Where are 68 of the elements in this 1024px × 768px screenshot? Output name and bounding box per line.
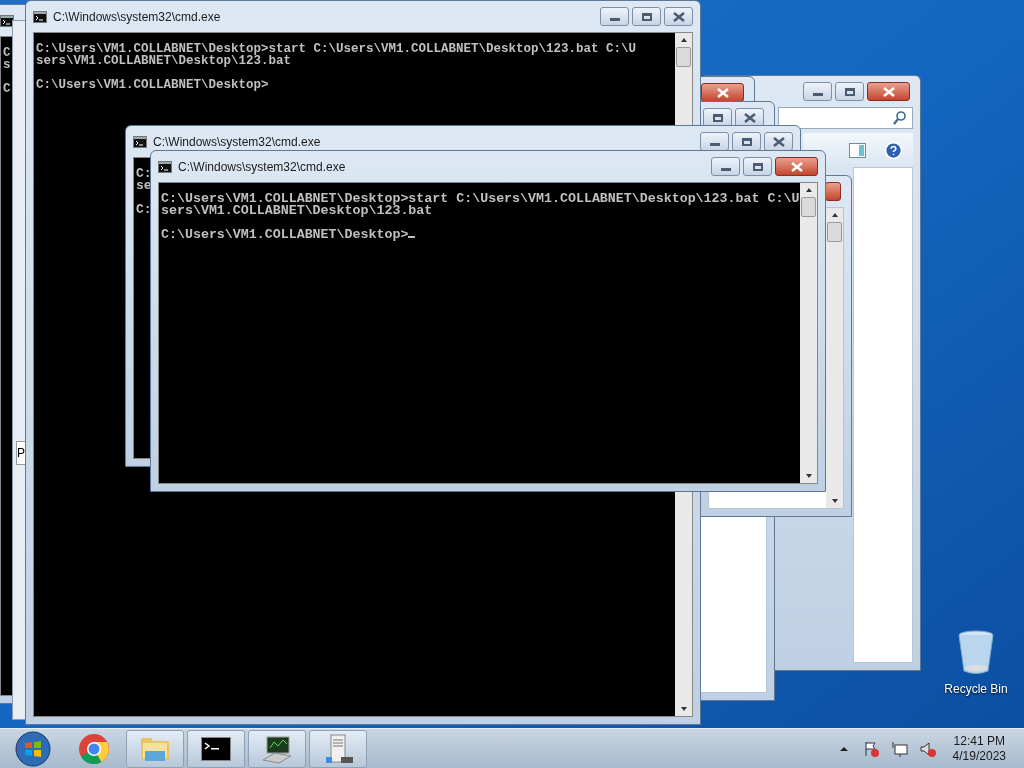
search-field[interactable]: [778, 107, 913, 129]
close-icon: [743, 112, 756, 123]
console-line: s: [3, 59, 11, 71]
scrollbar-thumb[interactable]: [676, 47, 691, 67]
server-icon: [323, 732, 353, 765]
scrollbar-thumb[interactable]: [827, 222, 842, 242]
console-icon: [158, 160, 172, 173]
flag-error-icon[interactable]: [862, 739, 881, 758]
window-title: C:\Windows\system32\cmd.exe: [153, 133, 321, 151]
recycle-bin-icon[interactable]: [957, 630, 995, 676]
minimize-icon: [609, 17, 620, 21]
taskbar-button[interactable]: [248, 729, 306, 768]
search-icon: [893, 111, 906, 125]
maximize-button[interactable]: [632, 7, 661, 26]
maximize-button[interactable]: [743, 157, 772, 176]
console-line: C:: [136, 168, 152, 180]
window-title: C:\Windows\system32\cmd.exe: [53, 8, 221, 26]
minimize-button[interactable]: [803, 82, 832, 101]
monitor-icon: [261, 733, 293, 764]
chrome-icon: [78, 732, 110, 765]
console-line: C:\Users\VM1.COLLABNET\Desktop>: [36, 79, 269, 91]
console-icon: [33, 10, 47, 23]
text-cursor: [408, 236, 416, 238]
console-line: C: [3, 47, 11, 59]
close-icon: [672, 11, 685, 22]
maximize-icon: [752, 162, 763, 171]
preview-pane-icon[interactable]: [849, 142, 866, 158]
minimize-icon: [720, 167, 731, 171]
clock-date: 4/19/2023: [952, 748, 1006, 764]
minimize-icon: [812, 92, 823, 96]
close-icon: [882, 86, 895, 97]
close-icon: [716, 87, 729, 98]
console-icon: [0, 14, 14, 27]
maximize-icon: [641, 12, 652, 21]
minimize-button[interactable]: [600, 7, 629, 26]
minimize-button[interactable]: [711, 157, 740, 176]
maximize-button[interactable]: [835, 82, 864, 101]
window-title: C:\Windows\system32\cmd.exe: [178, 158, 346, 176]
button-label: P: [17, 445, 25, 462]
taskbar-button[interactable]: [187, 729, 245, 768]
clock[interactable]: 12:41 PM 4/19/2023: [952, 733, 1006, 764]
network-icon[interactable]: [890, 739, 909, 758]
console-line: sers\VM1.COLLABNET\Desktop\123.bat: [36, 55, 292, 67]
console-line: se: [136, 180, 152, 192]
desktop-icon-label[interactable]: Recycle Bin: [944, 680, 1008, 698]
minimize-icon: [709, 142, 720, 146]
console-line: C:: [136, 204, 152, 216]
console-icon: [133, 135, 147, 148]
console-line: C: [3, 83, 11, 95]
scrollbar-thumb[interactable]: [801, 197, 816, 217]
speaker-muted-icon[interactable]: [918, 739, 937, 758]
close-button[interactable]: [664, 7, 693, 26]
console-line: C:\Users\VM1.COLLABNET\Desktop>: [161, 229, 416, 241]
console-line: C:\Users\VM1.COLLABNET\Desktop>start C:\Users\VM1.COLLABNET\Desktop\123.bat C:\U: [36, 43, 637, 55]
clock-time: 12:41 PM: [953, 733, 1005, 749]
close-icon: [790, 161, 803, 172]
console-icon: [201, 736, 231, 761]
maximize-icon: [741, 137, 752, 146]
close-button[interactable]: [867, 82, 910, 101]
taskbar-button[interactable]: [309, 729, 367, 768]
help-icon[interactable]: [884, 140, 903, 160]
maximize-icon: [844, 87, 855, 96]
console-line: sers\VM1.COLLABNET\Desktop\123.bat: [161, 205, 433, 217]
close-button[interactable]: [775, 157, 818, 176]
start-orb-icon: [15, 730, 51, 767]
maximize-icon: [712, 113, 723, 122]
console-line: C:\Users\VM1.COLLABNET\Desktop>start C:\Users\VM1.COLLABNET\Desktop\123.bat C:\U: [161, 193, 800, 205]
close-icon: [772, 136, 785, 147]
